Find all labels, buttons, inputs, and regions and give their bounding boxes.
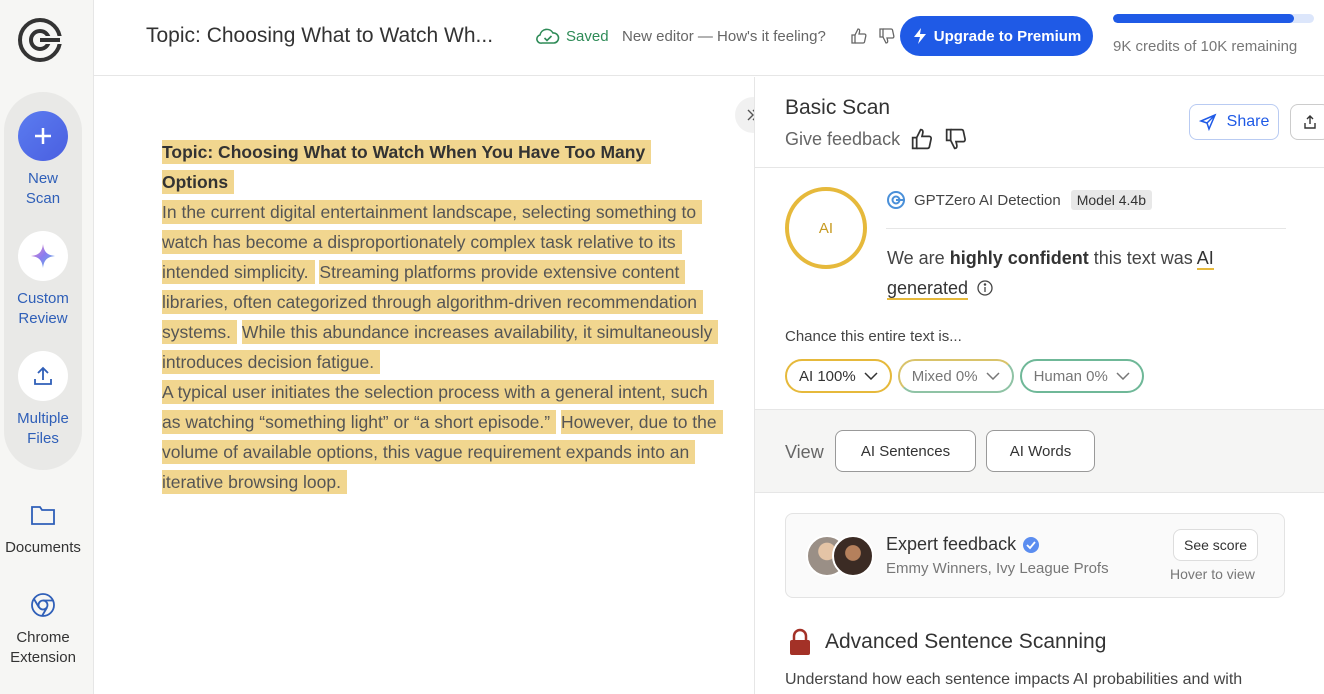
document-body[interactable]: Topic: Choosing What to Watch When You H… xyxy=(162,137,723,497)
sidebar-item-label: Review xyxy=(18,310,68,327)
sidebar-item-label: Chrome xyxy=(16,629,70,646)
sidebar-item-documents[interactable]: Documents xyxy=(0,500,86,558)
sidebar-item-new-scan[interactable]: New Scan xyxy=(0,111,86,209)
upgrade-button[interactable]: Upgrade to Premium xyxy=(900,16,1093,56)
upload-icon xyxy=(18,351,68,401)
ai-probability-pill[interactable]: AI 100% xyxy=(785,359,892,393)
expert-title-label: Expert feedback xyxy=(886,534,1017,554)
saved-label: Saved xyxy=(566,27,609,45)
chrome-icon xyxy=(0,590,86,620)
sidebar-item-label: Scan xyxy=(25,190,61,207)
pill-label: Mixed 0% xyxy=(911,367,978,385)
credits-text: 9K credits of 10K remaining xyxy=(1113,38,1298,55)
ai-sentences-button[interactable]: AI Sentences xyxy=(835,430,976,472)
gptzero-logo[interactable] xyxy=(17,17,63,63)
divider xyxy=(886,228,1286,229)
confidence-prefix: We are xyxy=(887,248,945,268)
human-probability-pill[interactable]: Human 0% xyxy=(1019,359,1144,393)
top-bar: Topic: Choosing What to Watch Wh... Save… xyxy=(94,0,1324,76)
detector-heading: GPTZero AI Detection Model 4.4b xyxy=(886,190,1153,210)
scan-results-panel: Basic Scan Give feedback Share AI GPTZer… xyxy=(754,77,1324,694)
thumbs-up-icon[interactable] xyxy=(850,27,868,45)
sidebar-item-label: Multiple xyxy=(17,410,69,427)
expert-feedback-card[interactable]: Expert feedback Emmy Winners, Ivy League… xyxy=(785,513,1285,598)
ai-ring-label: AI xyxy=(818,219,834,237)
detector-name: GPTZero AI Detection xyxy=(914,191,1061,209)
lock-icon xyxy=(790,628,810,655)
sidebar-item-chrome-extension[interactable]: Chrome Extension xyxy=(0,590,86,668)
hover-to-view-hint: Hover to view xyxy=(1170,566,1255,582)
credits-progress-bar xyxy=(1113,14,1314,23)
plus-icon xyxy=(18,111,68,161)
confidence-mid: this text was xyxy=(1093,248,1193,268)
expert-avatars xyxy=(806,535,876,577)
export-icon xyxy=(1304,115,1316,129)
lightning-icon xyxy=(913,28,926,44)
chevron-down-icon xyxy=(864,372,878,380)
avatar xyxy=(832,535,874,577)
thumbs-up-icon[interactable] xyxy=(910,127,934,151)
chevron-down-icon xyxy=(986,372,1000,380)
info-icon[interactable] xyxy=(977,280,993,296)
sidebar-item-label: Custom xyxy=(17,290,69,307)
sidebar-item-label: New xyxy=(27,170,58,187)
saved-status: Saved xyxy=(536,27,609,45)
chance-label: Chance this entire text is... xyxy=(785,328,962,345)
gptzero-small-logo xyxy=(887,191,905,209)
editor-feedback-prompt: New editor — How's it feeling? xyxy=(622,28,826,45)
highlighted-title: Topic: Choosing What to Watch When You H… xyxy=(162,140,652,194)
advanced-scanning-title: Advanced Sentence Scanning xyxy=(789,628,1106,656)
send-icon xyxy=(1198,113,1217,131)
folder-icon xyxy=(0,500,86,530)
view-label: View xyxy=(785,442,824,462)
advanced-scanning-description: Understand how each sentence impacts AI … xyxy=(785,671,1243,688)
ai-words-button[interactable]: AI Words xyxy=(986,430,1095,472)
expert-subtitle: Emmy Winners, Ivy League Profs xyxy=(886,560,1109,577)
editor-area[interactable]: Topic: Choosing What to Watch When You H… xyxy=(94,77,754,694)
export-button[interactable] xyxy=(1290,104,1324,140)
thumbs-down-icon[interactable] xyxy=(944,127,968,151)
verified-badge-icon xyxy=(1023,536,1040,553)
divider xyxy=(755,167,1324,168)
confidence-level: highly confident xyxy=(949,248,1089,268)
sidebar-item-custom-review[interactable]: Custom Review xyxy=(0,231,86,329)
probability-pills: AI 100% Mixed 0% Human 0% xyxy=(785,359,1144,393)
thumbs-down-icon[interactable] xyxy=(878,27,896,45)
share-button[interactable]: Share xyxy=(1189,104,1279,140)
model-badge: Model 4.4b xyxy=(1070,190,1153,210)
mixed-probability-pill[interactable]: Mixed 0% xyxy=(897,359,1014,393)
sidebar-item-label: Documents xyxy=(5,539,81,556)
left-sidebar: New Scan Custom Review Multiple Files Do… xyxy=(0,0,94,694)
upgrade-label: Upgrade to Premium xyxy=(933,27,1082,45)
highlighted-sentence: While this abundance increases availabil… xyxy=(162,320,719,374)
scan-title: Basic Scan xyxy=(785,96,891,119)
give-feedback: Give feedback xyxy=(785,127,968,151)
confidence-statement: We are highly confident this text was AI… xyxy=(887,243,1267,303)
ai-score-ring: AI xyxy=(785,187,867,269)
sidebar-item-multiple-files[interactable]: Multiple Files xyxy=(0,351,86,449)
view-selector: View AI Sentences AI Words xyxy=(755,409,1324,493)
give-feedback-label: Give feedback xyxy=(785,128,901,149)
credits-progress-fill xyxy=(1113,14,1294,23)
advanced-title-label: Advanced Sentence Scanning xyxy=(825,630,1107,653)
expert-feedback-title: Expert feedback xyxy=(886,534,1040,555)
document-title[interactable]: Topic: Choosing What to Watch Wh... xyxy=(146,24,493,48)
sidebar-item-label: Files xyxy=(27,430,59,447)
sparkle-icon xyxy=(18,231,68,281)
pill-label: Human 0% xyxy=(1033,367,1108,385)
pill-label: AI 100% xyxy=(799,367,856,385)
share-label: Share xyxy=(1226,113,1270,130)
chevron-down-icon xyxy=(1116,372,1130,380)
cloud-check-icon xyxy=(536,28,560,44)
see-score-button[interactable]: See score xyxy=(1173,529,1259,561)
sidebar-item-label: Extension xyxy=(10,649,76,666)
